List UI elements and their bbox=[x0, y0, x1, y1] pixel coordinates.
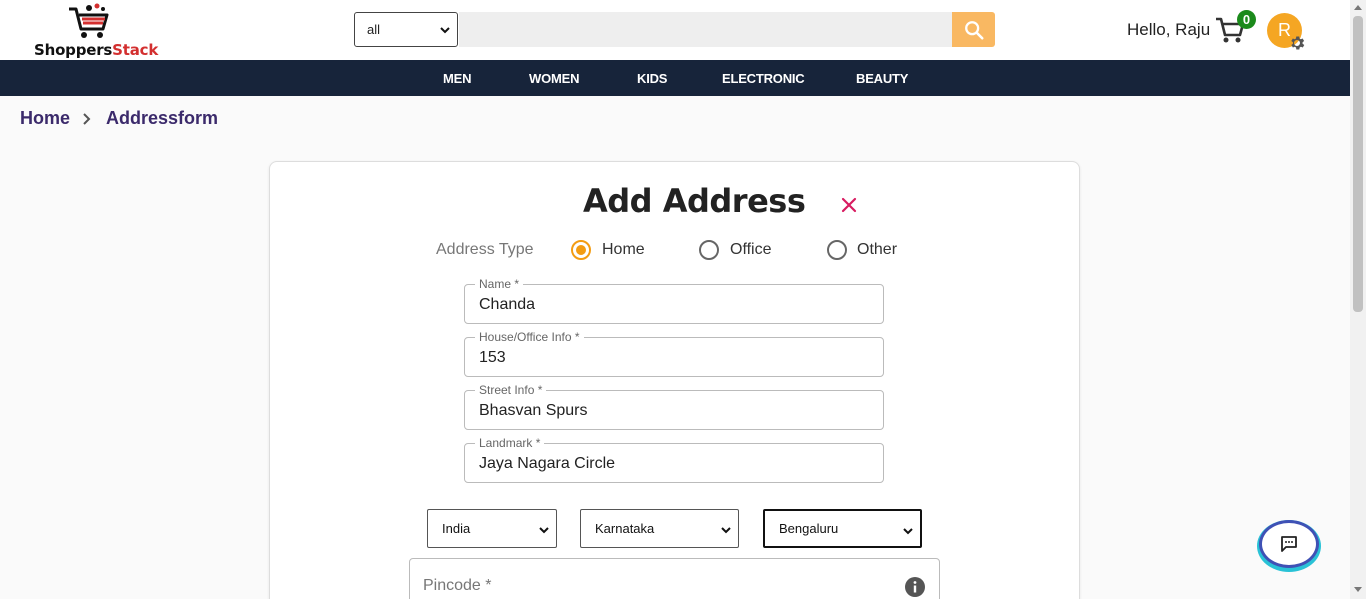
search-category-select[interactable]: all bbox=[354, 12, 458, 47]
address-type-label: Address Type bbox=[436, 241, 534, 258]
landmark-field-label: Landmark * bbox=[475, 436, 545, 450]
chevron-down-icon bbox=[903, 528, 913, 535]
chevron-right-icon bbox=[83, 112, 91, 125]
scroll-up-arrow-icon[interactable] bbox=[1354, 4, 1362, 10]
search-input[interactable] bbox=[459, 12, 952, 47]
nav-item-beauty[interactable]: BEAUTY bbox=[856, 71, 908, 86]
chat-icon bbox=[1281, 536, 1297, 552]
radio-home-label[interactable]: Home bbox=[602, 241, 645, 259]
breadcrumb: Home Addressform bbox=[20, 108, 218, 129]
cart-count-badge: 0 bbox=[1237, 10, 1256, 29]
radio-other[interactable] bbox=[827, 240, 847, 260]
info-icon[interactable] bbox=[904, 576, 926, 598]
radio-other-label[interactable]: Other bbox=[857, 241, 897, 259]
nav-item-men[interactable]: MEN bbox=[443, 71, 471, 86]
search-button[interactable] bbox=[952, 12, 995, 47]
house-info-field[interactable]: House/Office Info * 153 bbox=[464, 330, 884, 377]
landmark-field-value: Jaya Nagara Circle bbox=[479, 455, 616, 472]
pincode-field[interactable]: Pincode * bbox=[409, 558, 940, 599]
landmark-field[interactable]: Landmark * Jaya Nagara Circle bbox=[464, 436, 884, 483]
nav-item-electronic[interactable]: ELECTRONIC bbox=[722, 71, 805, 86]
chevron-down-icon bbox=[440, 27, 450, 34]
form-title: Add Address bbox=[583, 182, 806, 220]
category-nav: MEN WOMEN KIDS ELECTRONIC BEAUTY bbox=[0, 60, 1350, 96]
brand-name-part2: Stack bbox=[112, 41, 159, 59]
scrollbar-thumb[interactable] bbox=[1353, 16, 1363, 312]
city-select[interactable]: Bengaluru bbox=[763, 509, 922, 548]
state-select-value: Karnataka bbox=[595, 521, 655, 536]
state-select[interactable]: Karnataka bbox=[580, 509, 739, 548]
house-info-field-label: House/Office Info * bbox=[475, 330, 584, 344]
search-category-value: all bbox=[367, 22, 381, 37]
radio-office-label[interactable]: Office bbox=[730, 241, 772, 259]
name-field[interactable]: Name * Chanda bbox=[464, 277, 884, 324]
shopping-cart-logo-icon bbox=[69, 3, 109, 38]
nav-item-kids[interactable]: KIDS bbox=[637, 71, 667, 86]
nav-item-women[interactable]: WOMEN bbox=[529, 71, 579, 86]
radio-office[interactable] bbox=[699, 240, 719, 260]
breadcrumb-home[interactable]: Home bbox=[20, 108, 70, 129]
street-info-field-label: Street Info * bbox=[475, 383, 547, 397]
breadcrumb-current: Addressform bbox=[106, 108, 219, 128]
gear-icon[interactable] bbox=[1288, 34, 1306, 52]
top-header: ShoppersStack all Hello, Raju 0 R bbox=[0, 0, 1350, 60]
close-icon[interactable] bbox=[838, 194, 860, 216]
user-greeting: Hello, Raju bbox=[1127, 20, 1211, 39]
search-icon bbox=[964, 20, 984, 40]
chevron-down-icon bbox=[539, 527, 549, 534]
scroll-down-arrow-icon[interactable] bbox=[1354, 587, 1362, 593]
city-select-value: Bengaluru bbox=[779, 521, 839, 536]
chevron-down-icon bbox=[721, 527, 731, 534]
brand-name-part1: Shoppers bbox=[34, 41, 113, 59]
chat-button[interactable] bbox=[1259, 520, 1319, 568]
page-scrollbar[interactable] bbox=[1350, 0, 1366, 599]
country-select-value: India bbox=[442, 521, 471, 536]
brand-name: ShoppersStack bbox=[34, 41, 158, 59]
name-field-value: Chanda bbox=[479, 296, 536, 313]
name-field-label: Name * bbox=[475, 277, 524, 291]
house-info-field-value: 153 bbox=[479, 349, 506, 366]
radio-home[interactable] bbox=[571, 240, 591, 260]
street-info-field[interactable]: Street Info * Bhasvan Spurs bbox=[464, 383, 884, 430]
street-info-field-value: Bhasvan Spurs bbox=[479, 402, 588, 419]
brand-logo[interactable]: ShoppersStack bbox=[33, 3, 163, 59]
country-select[interactable]: India bbox=[427, 509, 557, 548]
pincode-field-label: Pincode * bbox=[423, 577, 492, 594]
